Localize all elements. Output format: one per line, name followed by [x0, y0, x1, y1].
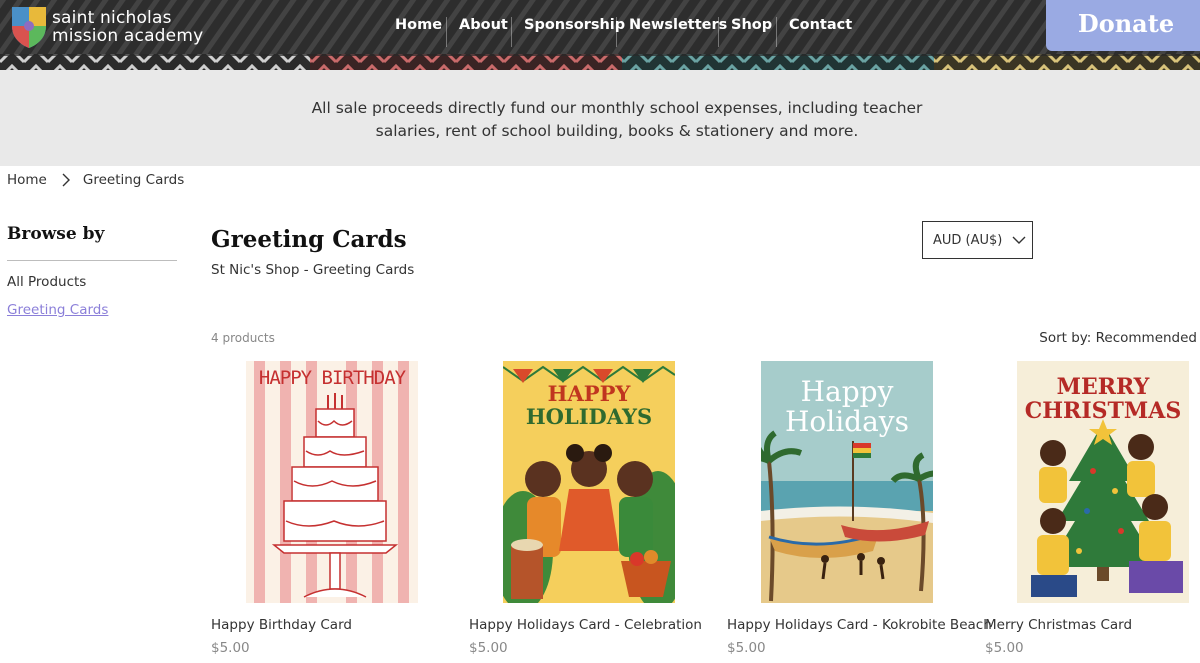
currency-select[interactable]: AUD (AU$) [922, 221, 1033, 259]
nav-divider [616, 17, 617, 47]
product-card: Happy Holidays Happy Holidays Card - Kok… [727, 360, 992, 663]
nav-sponsorship[interactable]: Sponsorship [524, 17, 625, 33]
card-headline-line-1: Happy [800, 375, 894, 408]
product-name[interactable]: Merry Christmas Card [985, 617, 1132, 633]
product-card: HAPPY BIRTHDAY Happy Birthday Card $5.00 [211, 360, 461, 663]
product-price: $5.00 [469, 640, 508, 656]
browse-by-heading: Browse by [7, 224, 105, 244]
breadcrumb-current: Greeting Cards [82, 172, 185, 188]
nav-divider [511, 17, 512, 47]
product-price: $5.00 [727, 640, 766, 656]
breadcrumb: Home Greeting Cards [7, 170, 184, 190]
product-image[interactable]: HAPPY HOLIDAYS [503, 361, 675, 603]
divider [7, 260, 177, 261]
currency-value: AUD (AU$) [933, 232, 1003, 248]
product-image[interactable]: MERRY CHRISTMAS [1017, 361, 1189, 603]
product-name[interactable]: Happy Birthday Card [211, 617, 352, 633]
nav-contact[interactable]: Contact [789, 17, 852, 33]
product-image[interactable]: Happy Holidays [761, 361, 933, 603]
nav-shop[interactable]: Shop [731, 17, 772, 33]
nav-divider [718, 17, 719, 47]
nav-divider [776, 17, 777, 47]
birthday-card-art [246, 361, 418, 603]
nav-home[interactable]: Home [395, 17, 442, 33]
product-price: $5.00 [211, 640, 250, 656]
info-banner: All sale proceeds directly fund our mont… [0, 70, 1200, 166]
page-title: Greeting Cards [211, 226, 407, 253]
card-headline-line-2: Holidays [785, 405, 909, 438]
card-headline-line-2: HOLIDAYS [525, 404, 653, 429]
product-name[interactable]: Happy Holidays Card - Kokrobite Beach [727, 617, 992, 633]
nav-newsletters[interactable]: Newsletters [629, 17, 727, 33]
product-card: MERRY CHRISTMAS Merry Christmas Card $5.… [985, 360, 1200, 663]
product-card: HAPPY HOLIDAYS Happy Holidays Card - Cel… [469, 360, 719, 663]
card-headline: HAPPY BIRTHDAY [258, 367, 406, 389]
banner-text: All sale proceeds directly fund our mont… [311, 99, 923, 140]
page-subtitle: St Nic's Shop - Greeting Cards [211, 262, 415, 278]
product-name[interactable]: Happy Holidays Card - Celebration [469, 617, 702, 633]
nav-divider [446, 17, 447, 47]
nav-about[interactable]: About [459, 17, 508, 33]
card-headline-line-2: CHRISTMAS [1024, 398, 1182, 424]
product-image[interactable]: HAPPY BIRTHDAY [246, 361, 418, 603]
chevron-right-icon [62, 173, 70, 187]
breadcrumb-home[interactable]: Home [7, 172, 47, 188]
main-nav: Home About Sponsorship Newsletters Shop … [0, 17, 1040, 47]
donate-button[interactable]: Donate [1046, 0, 1200, 51]
sort-dropdown[interactable]: Sort by: Recommended [1039, 330, 1197, 346]
chevron-down-icon [1012, 236, 1026, 244]
sidebar-link-greeting-cards[interactable]: Greeting Cards [7, 302, 108, 318]
product-price: $5.00 [985, 640, 1024, 656]
sidebar-link-all-products[interactable]: All Products [7, 274, 86, 290]
card-headline-line-1: MERRY [1056, 374, 1150, 400]
product-count: 4 products [211, 331, 275, 345]
card-headline-line-1: HAPPY [547, 381, 631, 406]
site-header: saint nicholas mission academy Home Abou… [0, 0, 1200, 70]
